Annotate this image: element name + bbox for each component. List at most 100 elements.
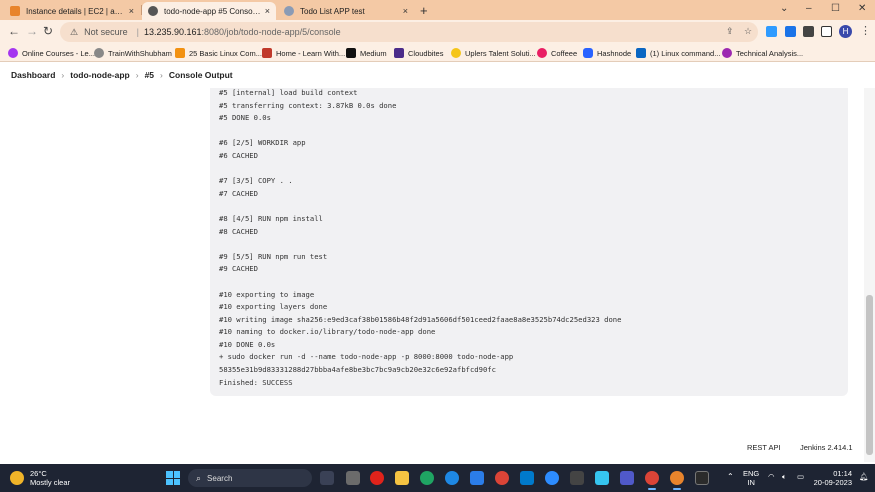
language-indicator[interactable]: ENG IN: [743, 469, 759, 487]
bookmark-item[interactable]: Hashnode: [583, 46, 631, 60]
app-icon[interactable]: [570, 471, 584, 485]
side-panel-icon[interactable]: [821, 26, 832, 37]
breadcrumb-separator: ›: [61, 70, 65, 80]
breadcrumb-console-output[interactable]: Console Output: [169, 70, 233, 80]
task-view-icon[interactable]: [320, 471, 334, 485]
bookmark-favicon-icon: [537, 48, 547, 58]
page-scrollbar-thumb[interactable]: [866, 295, 873, 455]
breadcrumb-job[interactable]: todo-node-app: [70, 70, 129, 80]
rest-api-link[interactable]: REST API: [747, 443, 781, 452]
zoom-icon[interactable]: [545, 471, 559, 485]
close-window-button[interactable]: ✕: [858, 3, 866, 14]
warning-icon[interactable]: ⚠: [70, 27, 78, 38]
clock-date: 20-09-2023: [813, 478, 852, 487]
extension-icon[interactable]: [766, 26, 777, 37]
bookmark-item[interactable]: Online Courses - Le...: [8, 46, 95, 60]
bookmark-item[interactable]: TrainWithShubham: [94, 46, 172, 60]
edge-icon[interactable]: [420, 471, 434, 485]
widgets-icon[interactable]: [346, 471, 360, 485]
close-tab-icon[interactable]: ×: [265, 6, 270, 16]
profile-avatar[interactable]: H: [839, 25, 852, 38]
chrome-icon[interactable]: [645, 471, 659, 490]
address-separator: |: [136, 27, 139, 37]
volume-icon[interactable]: 🔈︎: [782, 472, 787, 482]
browser-toolbar: ← → ↻ ⚠ Not secure | 13.235.90.161:8080/…: [0, 20, 875, 44]
bookmarks-bar: Online Courses - Le... TrainWithShubham …: [0, 44, 875, 62]
bookmark-label: 25 Basic Linux Com...: [189, 48, 262, 58]
minimize-button[interactable]: –: [806, 3, 812, 14]
menu-dots-icon[interactable]: ⋮: [860, 24, 871, 37]
app-icon[interactable]: [595, 471, 609, 485]
close-tab-icon[interactable]: ×: [129, 6, 134, 16]
app-icon[interactable]: [445, 471, 459, 485]
tab-title: Todo List APP test: [300, 6, 365, 16]
windows-taskbar: 26°C Mostly clear ⌕ Search ⌃ ENG IN ◠ 🔈︎…: [0, 464, 875, 492]
wifi-icon[interactable]: ◠: [768, 472, 775, 482]
battery-icon[interactable]: ▭: [797, 472, 804, 482]
url-path[interactable]: :8080/job/todo-node-app/5/console: [202, 27, 341, 37]
tab-ec2-instance[interactable]: Instance details | EC2 | ap-south ×: [4, 2, 140, 20]
breadcrumb-separator: ›: [160, 70, 163, 80]
weather-widget[interactable]: 26°C Mostly clear: [10, 469, 70, 487]
chrome-profile-icon[interactable]: [670, 471, 684, 490]
share-icon[interactable]: ⇪: [726, 26, 734, 37]
chrome-icon[interactable]: [495, 471, 509, 485]
udemy-icon: [8, 48, 18, 58]
aws-favicon-icon: [10, 6, 20, 16]
temperature: 26°C: [30, 469, 47, 478]
bookmark-item[interactable]: Cloudbites: [394, 46, 443, 60]
jenkins-version-link[interactable]: Jenkins 2.414.1: [800, 443, 853, 452]
address-bar[interactable]: ⚠ Not secure | 13.235.90.161:8080/job/to…: [60, 22, 758, 42]
bookmark-item[interactable]: 25 Basic Linux Com...: [175, 46, 262, 60]
tab-todo-list[interactable]: Todo List APP test ×: [278, 2, 414, 20]
app-icon[interactable]: [470, 471, 484, 485]
console-output: #5 [internal] load build context #5 tran…: [210, 80, 848, 396]
breadcrumb-build[interactable]: #5: [145, 70, 154, 80]
opera-icon[interactable]: [370, 471, 384, 485]
reload-button[interactable]: ↻: [43, 24, 53, 38]
bookmark-item[interactable]: Medium: [346, 46, 387, 60]
forward-button[interactable]: →: [26, 24, 38, 38]
notification-icon[interactable]: 🔔︎: [859, 472, 869, 482]
bookmark-favicon-icon: [262, 48, 272, 58]
moon-weather-icon: [10, 471, 24, 485]
vscode-icon[interactable]: [520, 471, 534, 485]
back-button[interactable]: ←: [8, 24, 20, 38]
new-tab-button[interactable]: +: [420, 3, 428, 18]
file-explorer-icon[interactable]: [395, 471, 409, 485]
start-button[interactable]: [166, 471, 180, 485]
clock-time: 01:14: [833, 469, 852, 478]
bookmark-item[interactable]: Uplers Talent Soluti...: [451, 46, 536, 60]
bookmark-item[interactable]: (1) Linux command...: [636, 46, 720, 60]
puzzle-extensions-icon[interactable]: [803, 26, 814, 37]
bookmark-item[interactable]: Technical Analysis...: [722, 46, 803, 60]
bookmark-label: (1) Linux command...: [650, 48, 721, 58]
windows-logo-tile: [173, 471, 180, 478]
bookmark-star-icon[interactable]: ☆: [744, 26, 752, 37]
terminal-icon[interactable]: [695, 471, 709, 485]
jenkins-favicon-icon: [148, 6, 158, 16]
bookmark-favicon-icon: [451, 48, 461, 58]
breadcrumb-dashboard[interactable]: Dashboard: [11, 70, 55, 80]
teams-icon[interactable]: [620, 471, 634, 485]
taskbar-clock[interactable]: 01:14 20-09-2023: [812, 469, 852, 487]
bookmark-item[interactable]: Coffeee: [537, 46, 577, 60]
taskbar-search[interactable]: ⌕ Search: [188, 469, 312, 487]
tab-jenkins-console[interactable]: todo-node-app #5 Console [Jenk ×: [142, 2, 276, 20]
url-host[interactable]: 13.235.90.161: [144, 27, 202, 37]
bookmark-label: Technical Analysis...: [736, 48, 804, 58]
bookmark-label: Uplers Talent Soluti...: [465, 48, 536, 58]
security-status[interactable]: Not secure: [84, 27, 128, 37]
maximize-button[interactable]: ☐: [831, 3, 840, 14]
bookmark-label: Medium: [360, 48, 387, 58]
close-tab-icon[interactable]: ×: [403, 6, 408, 16]
search-icon: ⌕: [196, 472, 202, 483]
linkedin-icon: [636, 48, 646, 58]
tray-overflow-icon[interactable]: ⌃: [727, 472, 734, 482]
windows-logo-tile: [166, 471, 173, 478]
tab-search-icon[interactable]: ⌄: [780, 3, 788, 14]
bookmark-item[interactable]: Home - Learn With...: [262, 46, 345, 60]
breadcrumb-separator: ›: [135, 70, 139, 80]
extension-icon[interactable]: [785, 26, 796, 37]
hashnode-icon: [583, 48, 593, 58]
